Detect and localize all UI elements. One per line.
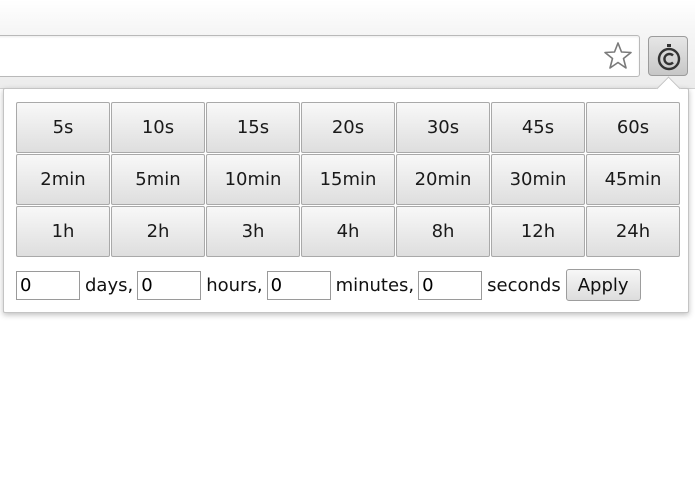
address-bar[interactable] [0,35,640,77]
seconds-input[interactable] [418,270,483,300]
preset-button-20min[interactable]: 20min [396,154,490,205]
minutes-input[interactable] [266,270,331,300]
minutes-label: minutes, [335,274,415,296]
preset-grid: 5s 10s 15s 20s 30s 45s 60s 2min 5min 10m… [16,102,680,258]
apply-button[interactable]: Apply [565,269,641,301]
preset-button-4h[interactable]: 4h [301,206,395,257]
preset-button-15min[interactable]: 15min [301,154,395,205]
stopwatch-icon [657,44,681,71]
browser-toolbar [0,0,695,89]
preset-button-5s[interactable]: 5s [16,102,110,153]
days-input[interactable] [16,270,80,300]
preset-button-45s[interactable]: 45s [491,102,585,153]
preset-button-45min[interactable]: 45min [586,154,680,205]
preset-button-30s[interactable]: 30s [396,102,490,153]
preset-button-2min[interactable]: 2min [16,154,110,205]
seconds-label: seconds [487,274,561,296]
preset-button-10min[interactable]: 10min [206,154,300,205]
preset-button-2h[interactable]: 2h [111,206,205,257]
preset-button-24h[interactable]: 24h [586,206,680,257]
preset-button-60s[interactable]: 60s [586,102,680,153]
preset-button-12h[interactable]: 12h [491,206,585,257]
preset-button-10s[interactable]: 10s [111,102,205,153]
hours-input[interactable] [137,270,202,300]
preset-button-30min[interactable]: 30min [491,154,585,205]
preset-button-3h[interactable]: 3h [206,206,300,257]
hours-label: hours, [206,274,263,296]
star-outline-icon[interactable] [603,41,633,71]
days-label: days, [85,274,134,296]
preset-button-15s[interactable]: 15s [206,102,300,153]
timer-extension-button[interactable] [648,36,688,76]
timer-popup: 5s 10s 15s 20s 30s 45s 60s 2min 5min 10m… [3,76,689,313]
custom-duration-row: days, hours, minutes, seconds Apply [16,269,641,301]
preset-button-8h[interactable]: 8h [396,206,490,257]
preset-button-20s[interactable]: 20s [301,102,395,153]
preset-button-1h[interactable]: 1h [16,206,110,257]
preset-button-5min[interactable]: 5min [111,154,205,205]
